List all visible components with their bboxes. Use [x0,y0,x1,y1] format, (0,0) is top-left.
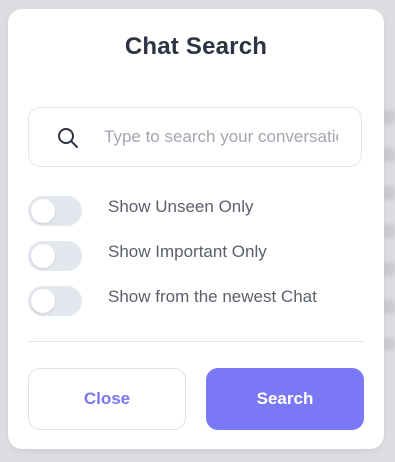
option-label-unseen: Show Unseen Only [108,197,254,216]
toggle-knob [31,199,55,223]
chat-search-dialog: Chat Search Show Unseen Only Show Import… [8,9,384,449]
toggle-important-only[interactable] [28,241,82,271]
search-box[interactable] [28,107,362,167]
option-row-important: Show Important Only [28,241,362,273]
toggle-newest-first[interactable] [28,286,82,316]
dialog-title: Chat Search [124,33,268,60]
search-icon [58,128,78,148]
option-label-important: Show Important Only [108,242,267,261]
option-label-newest: Show from the newest Chat [108,287,317,306]
toggle-knob [31,244,55,268]
toggle-unseen-only[interactable] [28,196,82,226]
option-row-unseen: Show Unseen Only [28,196,362,228]
search-input[interactable] [104,124,338,150]
close-button[interactable]: Close [28,368,186,430]
toggle-knob [31,289,55,313]
search-button[interactable]: Search [206,368,364,430]
option-row-newest: Show from the newest Chat [28,286,362,318]
divider [28,341,364,342]
